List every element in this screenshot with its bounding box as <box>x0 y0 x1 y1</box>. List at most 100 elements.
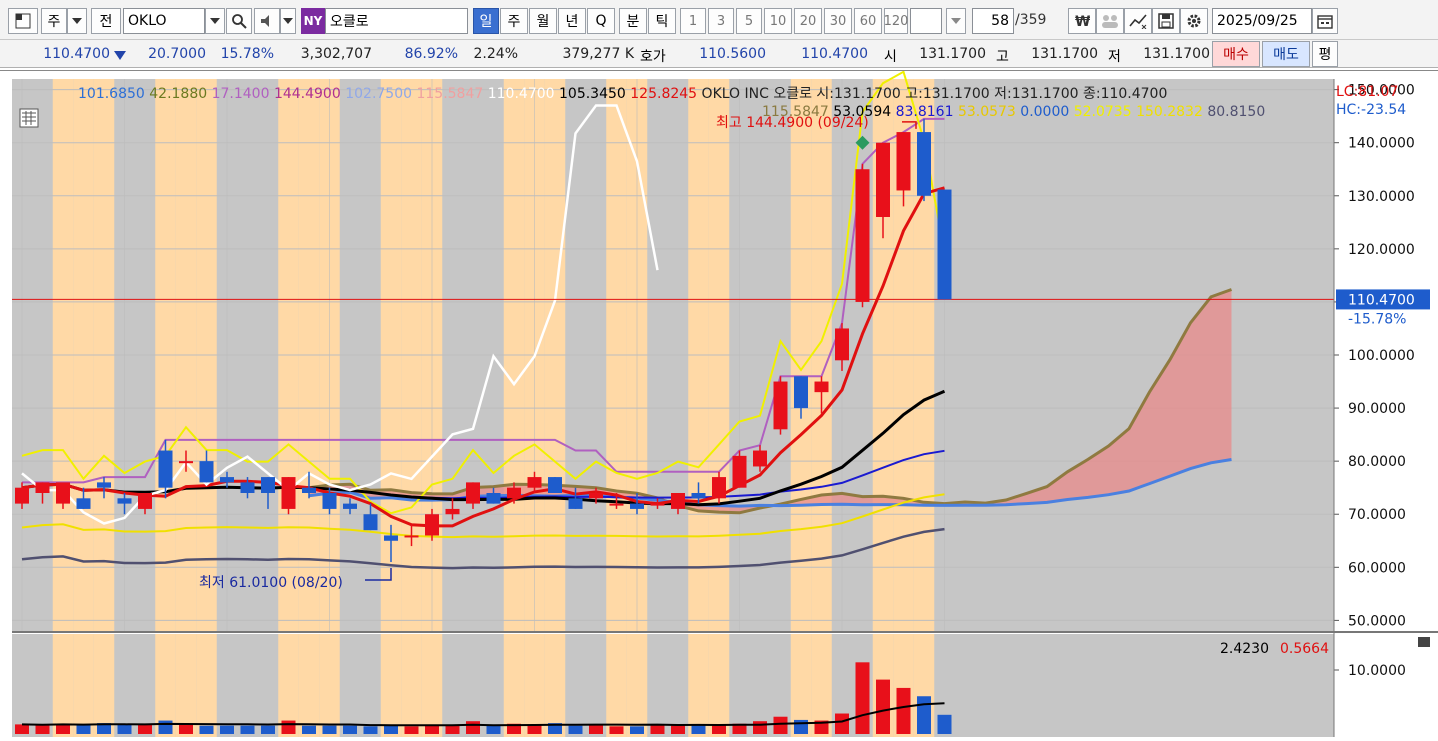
quote-low: 131.1700 <box>1143 46 1210 62</box>
volume-bar <box>343 725 357 734</box>
tick-custom-input[interactable] <box>910 8 942 34</box>
volume-bar <box>179 724 193 734</box>
volume-bar <box>15 724 29 734</box>
quote-vol-ratio: 86.92% <box>404 46 458 62</box>
legend-value: 52.0735 <box>1069 104 1131 120</box>
volume-bar <box>281 720 296 734</box>
candle-body <box>240 482 255 493</box>
prev-button[interactable]: 전 <box>91 8 121 34</box>
stock-tab[interactable]: 주 <box>41 8 67 34</box>
calendar-icon[interactable] <box>1312 8 1338 34</box>
volume-bar <box>466 721 480 734</box>
tick-10[interactable]: 10 <box>764 8 792 34</box>
y-tick-label: 60.0000 <box>1348 560 1406 576</box>
volume-bar <box>138 725 152 734</box>
y-tick-label: 90.0000 <box>1348 401 1406 417</box>
volume-bar <box>917 696 931 734</box>
candle-body <box>179 461 193 464</box>
volume-band <box>544 634 566 737</box>
sound-dropdown-icon[interactable] <box>280 8 296 34</box>
volume-bar <box>568 725 583 734</box>
legend-line-2: 115.5847 53.0594 83.8161 53.0573 0.0000 … <box>762 104 1265 120</box>
tick-3[interactable]: 3 <box>708 8 734 34</box>
candle-body <box>732 455 747 488</box>
quote-ask: 110.4700 <box>801 46 868 62</box>
candle-body <box>630 503 644 509</box>
tick-30[interactable]: 30 <box>824 8 852 34</box>
period-day[interactable]: 일 <box>473 8 499 34</box>
legend-value: 115.5847 <box>412 86 483 102</box>
volume-bar <box>753 721 767 734</box>
sound-icon[interactable] <box>254 8 280 34</box>
period-month[interactable]: 월 <box>529 8 557 34</box>
sell-button[interactable]: 매도 <box>1262 41 1310 67</box>
candle-body <box>527 477 542 488</box>
candle-body <box>76 498 91 509</box>
stock-dropdown-icon[interactable] <box>67 8 87 34</box>
search-icon[interactable] <box>226 8 252 34</box>
volume-bar <box>363 726 378 734</box>
quote-price: 110.4700 <box>43 46 110 62</box>
y-tick-label: 130.0000 <box>1348 189 1415 205</box>
indicator-icon[interactable] <box>19 108 39 128</box>
volume-bar <box>220 725 234 734</box>
volume-band <box>52 634 74 737</box>
settings-gear-icon[interactable] <box>1180 8 1208 34</box>
period-week[interactable]: 주 <box>500 8 528 34</box>
volume-band <box>93 634 115 737</box>
stock-name-field[interactable]: 오클로 <box>325 8 468 34</box>
chart-area[interactable]: 최고 144.4900 (09/24) 최저 61.0100 (08/20) 15… <box>0 70 1438 737</box>
buy-button[interactable]: 매수 <box>1212 41 1260 67</box>
y-tick-label: 80.0000 <box>1348 454 1406 470</box>
volume-bar <box>876 679 890 734</box>
volume-band <box>626 634 648 737</box>
volume-bar <box>35 725 50 734</box>
legend-value: 17.1400 <box>207 86 269 102</box>
period-tick[interactable]: 틱 <box>648 8 676 34</box>
tick-5[interactable]: 5 <box>736 8 762 34</box>
symbol-dropdown-icon[interactable] <box>205 8 225 34</box>
eval-button[interactable]: 평 <box>1312 41 1338 67</box>
volume-band <box>606 634 627 737</box>
high-label: 고 <box>996 49 1009 65</box>
volume-band <box>380 634 402 737</box>
volume-bar <box>855 662 870 734</box>
volume-bar <box>302 725 316 734</box>
save-icon[interactable] <box>1152 8 1180 34</box>
period-year[interactable]: 년 <box>558 8 586 34</box>
candle-body <box>343 503 357 509</box>
layout-icon[interactable] <box>8 8 38 34</box>
candle-body <box>507 487 521 499</box>
candle-body <box>814 381 829 393</box>
trend-icon[interactable] <box>1124 8 1152 34</box>
quote-high: 131.1700 <box>1031 46 1098 62</box>
volume-bar <box>527 725 542 734</box>
vol-legend-b: 0.5664 <box>1280 641 1329 657</box>
quote-volume: 3,302,707 <box>300 46 372 62</box>
volume-bar <box>486 725 501 734</box>
count-input[interactable]: 58 <box>972 8 1014 34</box>
date-input[interactable]: 2025/09/25 <box>1212 8 1312 34</box>
price-chart[interactable]: 최고 144.4900 (09/24)최저 61.0100 (08/20) 15… <box>0 70 1438 737</box>
tick-20[interactable]: 20 <box>794 8 822 34</box>
legend-value: 0.0000 <box>1016 104 1069 120</box>
quote-change: 20.7000 <box>148 46 206 62</box>
vol-close-icon[interactable] <box>1418 637 1430 647</box>
quote-turnover: 2.24% <box>473 46 518 62</box>
candle-body <box>589 493 603 499</box>
currency-icon[interactable]: ₩ <box>1068 8 1096 34</box>
candle-body <box>302 487 316 493</box>
tick-120[interactable]: 120 <box>884 8 908 34</box>
tick-dropdown-icon[interactable] <box>946 8 966 34</box>
y-axis: 150.0000140.0000130.0000120.0000110.0000… <box>1334 83 1430 679</box>
tick-1[interactable]: 1 <box>680 8 706 34</box>
candle-body <box>199 461 214 483</box>
quote-amount: 379,277 K <box>562 46 634 62</box>
period-quarter[interactable]: Q <box>587 8 615 34</box>
tick-60[interactable]: 60 <box>854 8 882 34</box>
people-icon[interactable] <box>1096 8 1124 34</box>
candle-body <box>691 493 706 499</box>
volume-band <box>298 634 320 737</box>
period-minute[interactable]: 분 <box>619 8 647 34</box>
symbol-input[interactable]: OKLO <box>123 8 205 34</box>
